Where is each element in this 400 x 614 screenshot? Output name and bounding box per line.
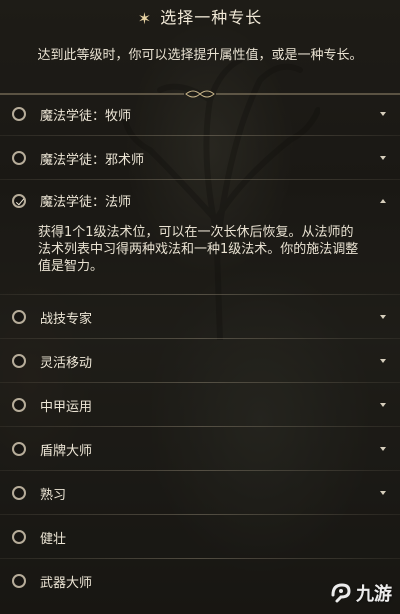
feat-item[interactable]: 魔法学徒：邪术师 bbox=[0, 136, 400, 180]
radio-icon[interactable] bbox=[12, 310, 26, 324]
feat-list: 魔法学徒：牧师 魔法学徒：邪术师 魔法学徒：法师 获得1个1级法术位，可以在一次… bbox=[0, 92, 400, 603]
feat-item[interactable]: 中甲运用 bbox=[0, 383, 400, 427]
page-title: 选择一种专长 bbox=[160, 8, 263, 27]
chevron-down-icon[interactable] bbox=[380, 359, 386, 363]
radio-icon[interactable] bbox=[12, 398, 26, 412]
feat-label: 魔法学徒：牧师 bbox=[40, 108, 132, 124]
feat-item[interactable]: 盾牌大师 bbox=[0, 427, 400, 471]
feat-label: 灵活移动 bbox=[40, 355, 93, 371]
feat-item[interactable]: 战技专家 bbox=[0, 295, 400, 339]
radio-icon[interactable] bbox=[12, 486, 26, 500]
feat-item-selected[interactable]: 魔法学徒：法师 获得1个1级法术位，可以在一次长休后恢复。从法师的法术列表中习得… bbox=[0, 180, 400, 295]
feat-item[interactable]: 熟习 bbox=[0, 471, 400, 515]
chevron-down-icon[interactable] bbox=[380, 491, 386, 495]
radio-checked-icon[interactable] bbox=[12, 193, 26, 208]
feat-label: 中甲运用 bbox=[40, 399, 93, 415]
chevron-down-icon[interactable] bbox=[380, 447, 386, 451]
watermark: 九游 bbox=[329, 580, 392, 606]
chevron-down-icon[interactable] bbox=[380, 156, 386, 160]
jiuyou-logo-icon bbox=[331, 583, 351, 603]
feat-label: 盾牌大师 bbox=[40, 443, 93, 459]
feat-item[interactable]: 魔法学徒：牧师 bbox=[0, 92, 400, 136]
chevron-down-icon[interactable] bbox=[380, 112, 386, 116]
feat-label: 魔法学徒：法师 bbox=[40, 195, 132, 210]
sparkle-icon: ✶ bbox=[137, 9, 153, 28]
chevron-up-icon[interactable] bbox=[380, 198, 386, 203]
feat-label: 战技专家 bbox=[40, 311, 93, 327]
chevron-down-icon[interactable] bbox=[380, 403, 386, 407]
feat-description: 获得1个1级法术位，可以在一次长休后恢复。从法师的法术列表中习得两种戏法和一种1… bbox=[38, 225, 359, 274]
radio-icon[interactable] bbox=[12, 574, 26, 588]
chevron-down-icon[interactable] bbox=[380, 315, 386, 319]
feat-label: 熟习 bbox=[40, 487, 67, 503]
feat-label: 健壮 bbox=[40, 531, 67, 547]
panel-header: ✶ 选择一种专长 bbox=[0, 0, 400, 32]
radio-icon[interactable] bbox=[12, 442, 26, 456]
feat-item[interactable]: 灵活移动 bbox=[0, 339, 400, 383]
intro-text: 达到此等级时，你可以选择提升属性值，或是一种专长。 bbox=[37, 48, 363, 63]
feat-item[interactable]: 健壮 bbox=[0, 515, 400, 559]
title-wrap: ✶ 选择一种专长 bbox=[0, 4, 400, 28]
feat-row: 魔法学徒：法师 bbox=[12, 191, 386, 210]
radio-icon[interactable] bbox=[12, 530, 26, 544]
radio-icon[interactable] bbox=[12, 151, 26, 165]
radio-icon[interactable] bbox=[12, 354, 26, 368]
feat-label: 魔法学徒：邪术师 bbox=[40, 152, 145, 168]
radio-icon[interactable] bbox=[12, 107, 26, 121]
watermark-text: 九游 bbox=[356, 584, 392, 605]
